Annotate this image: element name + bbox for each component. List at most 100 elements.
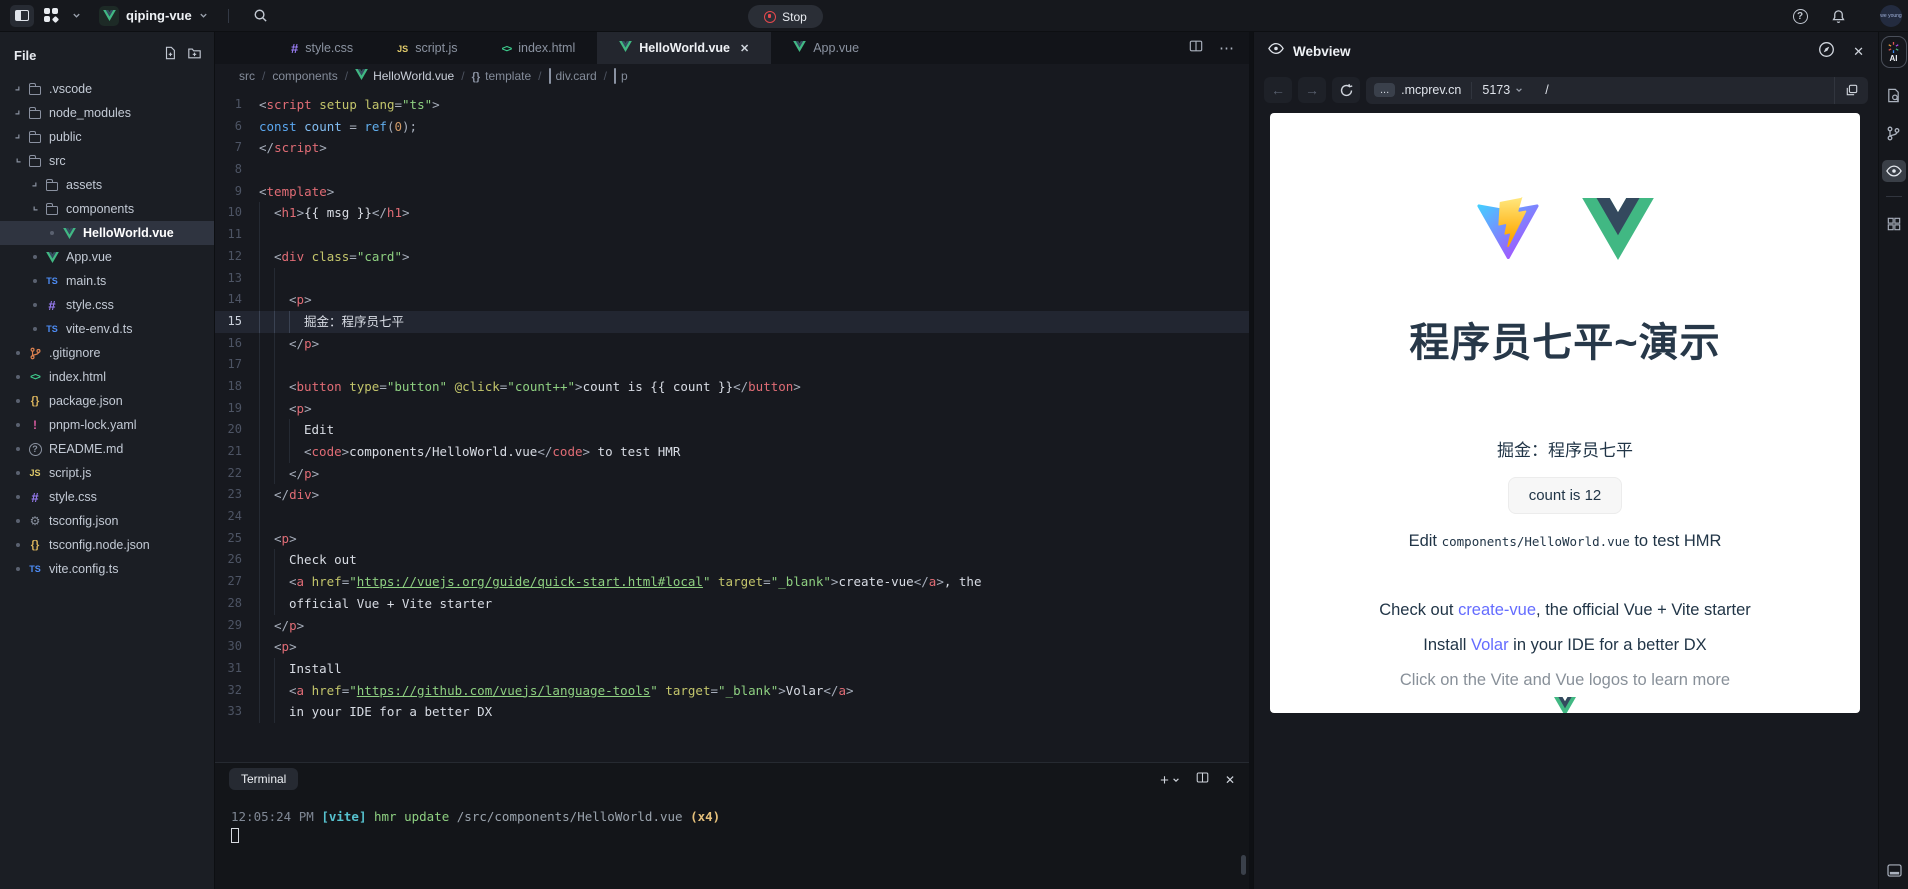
code-line[interactable]: 7 </script>: [215, 137, 1249, 159]
code-line[interactable]: 12 <div class="card">: [215, 246, 1249, 268]
more-actions-icon[interactable]: ⋯: [1219, 39, 1235, 57]
code-line-current[interactable]: 15 掘金：程序员七平: [215, 310, 1249, 333]
editor-tab-style.css[interactable]: # style.css: [269, 32, 375, 64]
project-switcher[interactable]: qiping-vue: [99, 5, 208, 26]
tree-item-pnpm-lock.yaml[interactable]: ! pnpm-lock.yaml: [0, 413, 214, 437]
code-line[interactable]: 17: [215, 354, 1249, 376]
code-line[interactable]: 33 in your IDE for a better DX: [215, 701, 1249, 723]
code-line[interactable]: 22 </p>: [215, 463, 1249, 485]
count-button[interactable]: count is 12: [1507, 477, 1623, 514]
preview-eye-icon[interactable]: [1881, 160, 1906, 182]
terminal-tab[interactable]: Terminal: [229, 768, 299, 790]
code-line[interactable]: 19 <p>: [215, 398, 1249, 420]
code-line[interactable]: 10 <h1>{{ msg }}</h1>: [215, 202, 1249, 224]
code-line[interactable]: 30 <p>: [215, 636, 1249, 658]
breadcrumb-item-p[interactable]: p: [613, 68, 628, 84]
tree-item-vite-env.d.ts[interactable]: TS vite-env.d.ts: [0, 317, 214, 341]
editor-tab-script.js[interactable]: JS script.js: [375, 32, 479, 64]
tree-item-package.json[interactable]: {} package.json: [0, 389, 214, 413]
split-editor-icon[interactable]: [1189, 39, 1203, 58]
code-line[interactable]: 24: [215, 506, 1249, 528]
breadcrumb-item-template[interactable]: {} template: [472, 69, 532, 83]
vite-logo[interactable]: [1476, 196, 1540, 266]
source-control-icon[interactable]: [1882, 122, 1906, 144]
tree-item-App.vue[interactable]: App.vue: [0, 245, 214, 269]
code-line[interactable]: 6 const count = ref(0);: [215, 116, 1249, 138]
code-line[interactable]: 14 <p>: [215, 289, 1249, 311]
tree-item-script.js[interactable]: JS script.js: [0, 461, 214, 485]
code-line[interactable]: 8: [215, 159, 1249, 181]
address-prefix[interactable]: ...: [1374, 83, 1396, 97]
avatar[interactable]: we young: [1880, 5, 1902, 27]
code-line[interactable]: 18 <button type="button" @click="count++"…: [215, 376, 1249, 398]
code-line[interactable]: 1 <script setup lang="ts">: [215, 94, 1249, 116]
file-search-icon[interactable]: [1882, 84, 1906, 106]
tree-item-style.css[interactable]: # style.css: [0, 293, 214, 317]
tree-item-vite.config.ts[interactable]: TS vite.config.ts: [0, 557, 214, 581]
new-terminal-icon[interactable]: +: [1160, 772, 1180, 789]
code-line[interactable]: 13: [215, 268, 1249, 290]
tree-item-README.md[interactable]: ? README.md: [0, 437, 214, 461]
search-icon[interactable]: [249, 4, 273, 28]
extensions-grid-icon[interactable]: [1882, 213, 1906, 235]
breadcrumb-item-components[interactable]: components: [272, 69, 337, 83]
terminal-scrollbar[interactable]: [1241, 855, 1246, 875]
tree-item-HelloWorld.vue[interactable]: HelloWorld.vue: [0, 221, 214, 245]
vue-logo[interactable]: [1582, 198, 1654, 265]
stop-button[interactable]: Stop: [748, 5, 823, 28]
tree-item-src[interactable]: src: [0, 149, 214, 173]
app-logo-icon[interactable]: [44, 8, 62, 24]
back-icon[interactable]: ←: [1264, 77, 1292, 103]
tree-item-style.css[interactable]: # style.css: [0, 485, 214, 509]
editor-tab-index.html[interactable]: <> index.html: [480, 32, 598, 64]
editor-tab-HelloWorld.vue[interactable]: HelloWorld.vue ✕: [597, 32, 772, 64]
create-vue-link[interactable]: create-vue: [1458, 601, 1536, 619]
sidebar-toggle-button[interactable]: [10, 4, 34, 27]
close-terminal-icon[interactable]: ✕: [1225, 773, 1235, 787]
code-line[interactable]: 26 Check out: [215, 549, 1249, 571]
tree-item-node_modules[interactable]: node_modules: [0, 101, 214, 125]
breadcrumb-item-div.card[interactable]: div.card: [548, 68, 597, 84]
tree-item-main.ts[interactable]: TS main.ts: [0, 269, 214, 293]
tree-item-index.html[interactable]: <> index.html: [0, 365, 214, 389]
tree-item-public[interactable]: public: [0, 125, 214, 149]
ai-assistant-button[interactable]: AI: [1880, 36, 1907, 68]
close-tab-icon[interactable]: ✕: [740, 42, 749, 55]
code-line[interactable]: 23 </div>: [215, 484, 1249, 506]
code-line[interactable]: 32 <a href="https://github.com/vuejs/lang…: [215, 680, 1249, 702]
forward-icon[interactable]: →: [1298, 77, 1326, 103]
code-line[interactable]: 29 </p>: [215, 615, 1249, 637]
refresh-icon[interactable]: [1332, 77, 1360, 103]
port-dropdown[interactable]: 5173: [1471, 81, 1533, 99]
code-line[interactable]: 28 official Vue + Vite starter: [215, 593, 1249, 615]
code-line[interactable]: 25 <p>: [215, 528, 1249, 550]
tree-item-assets[interactable]: assets: [0, 173, 214, 197]
code-line[interactable]: 27 <a href="https://vuejs.org/guide/quick…: [215, 571, 1249, 593]
chevron-down-icon[interactable]: [72, 11, 81, 20]
breadcrumb-item-src[interactable]: src: [239, 69, 255, 83]
code-line[interactable]: 9 <template>: [215, 181, 1249, 203]
code-line[interactable]: 16 </p>: [215, 333, 1249, 355]
panel-layout-icon[interactable]: [1882, 859, 1906, 881]
split-terminal-icon[interactable]: [1196, 771, 1209, 789]
editor-tab-App.vue[interactable]: App.vue: [771, 32, 881, 64]
tree-item-.gitignore[interactable]: .gitignore: [0, 341, 214, 365]
tree-item-tsconfig.node.json[interactable]: {} tsconfig.node.json: [0, 533, 214, 557]
help-icon[interactable]: ?: [1788, 4, 1812, 28]
volar-link[interactable]: Volar: [1471, 636, 1509, 654]
code-editor[interactable]: 1 <script setup lang="ts"> 6 const count = …: [215, 88, 1249, 762]
tree-item-.vscode[interactable]: .vscode: [0, 77, 214, 101]
close-webview-icon[interactable]: ✕: [1853, 44, 1864, 60]
tree-item-tsconfig.json[interactable]: ⚙ tsconfig.json: [0, 509, 214, 533]
breadcrumb-item-HelloWorld.vue[interactable]: HelloWorld.vue: [355, 69, 454, 83]
compass-icon[interactable]: [1818, 41, 1835, 63]
code-line[interactable]: 11: [215, 224, 1249, 246]
terminal-output[interactable]: 12:05:24 PM [vite] hmr update /src/compo…: [215, 795, 1249, 846]
code-line[interactable]: 20 Edit: [215, 419, 1249, 441]
tree-item-components[interactable]: components: [0, 197, 214, 221]
code-line[interactable]: 31 Install: [215, 658, 1249, 680]
code-line[interactable]: 21 <code>components/HelloWorld.vue</code>…: [215, 441, 1249, 463]
bell-icon[interactable]: [1826, 4, 1850, 28]
new-file-icon[interactable]: [163, 46, 177, 65]
open-external-icon[interactable]: [1834, 76, 1868, 104]
